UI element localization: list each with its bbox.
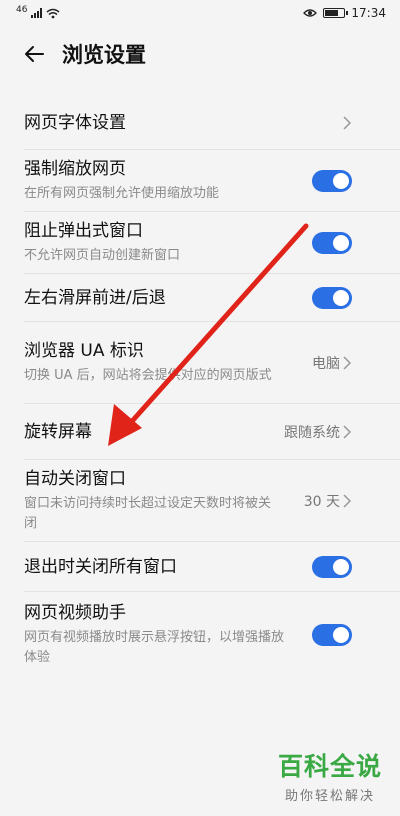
setting-label: 网页字体设置 [24, 112, 126, 133]
chevron-right-icon [343, 493, 352, 508]
setting-value: 跟随系统 [284, 422, 352, 442]
setting-web-font[interactable]: 网页字体设置 [24, 96, 400, 150]
setting-force-zoom: 强制缩放网页 在所有网页强制允许使用缩放功能 [24, 150, 400, 212]
back-button[interactable] [16, 36, 52, 72]
setting-label: 退出时关闭所有窗口 [24, 556, 177, 577]
chevron-right-icon [343, 115, 352, 130]
page-title: 浏览设置 [62, 43, 146, 67]
force-zoom-toggle[interactable] [312, 169, 352, 192]
chevron-right-icon [343, 424, 352, 439]
setting-close-on-exit: 退出时关闭所有窗口 [24, 542, 400, 592]
setting-description: 窗口未访问持续时长超过设定天数时将被关闭 [24, 495, 272, 531]
setting-label: 左右滑屏前进/后退 [24, 287, 166, 308]
status-bar: 46 17:34 [0, 0, 400, 26]
status-right: 17:34 [303, 6, 386, 20]
setting-label: 网页视频助手 [24, 603, 126, 623]
rotate-value: 跟随系统 [284, 424, 340, 441]
setting-swipe-navigation: 左右滑屏前进/后退 [24, 274, 400, 322]
setting-ua-identifier[interactable]: 浏览器 UA 标识 切换 UA 后，网站将会提供对应的网页版式 电脑 [24, 322, 400, 404]
setting-description: 网页有视频播放时展示悬浮按钮，以增强播放体验 [24, 630, 285, 665]
clock: 17:34 [351, 6, 386, 20]
setting-rotate-screen[interactable]: 旋转屏幕 跟随系统 [24, 404, 400, 460]
ua-value: 电脑 [312, 355, 340, 372]
video-assistant-toggle[interactable] [312, 624, 352, 646]
watermark-subtitle: 助你轻松解决 [284, 789, 375, 804]
setting-block-popups: 阻止弹出式窗口 不允许网页自动创建新窗口 [24, 212, 400, 274]
network-type: 46 [16, 5, 28, 15]
chevron-right-icon [343, 355, 352, 370]
setting-value [342, 115, 352, 130]
eye-icon [303, 9, 318, 17]
setting-label: 强制缩放网页 [24, 158, 126, 179]
close-on-exit-toggle[interactable] [312, 555, 352, 578]
title-bar: 浏览设置 [0, 26, 400, 82]
watermark: 百科全说 助你轻松解决 [278, 747, 382, 804]
setting-label: 浏览器 UA 标识 [24, 340, 144, 361]
battery-icon [323, 8, 349, 18]
setting-label: 阻止弹出式窗口 [24, 220, 143, 241]
setting-auto-close-window[interactable]: 自动关闭窗口 窗口未访问持续时长超过设定天数时将被关闭 30 天 [24, 460, 400, 542]
status-left: 46 [16, 5, 60, 19]
swipe-navigation-toggle[interactable] [312, 286, 352, 309]
setting-video-assistant: 网页视频助手 网页有视频播放时展示悬浮按钮，以增强播放体验 [24, 592, 400, 678]
setting-label: 自动关闭窗口 [24, 468, 126, 489]
settings-list: 网页字体设置 强制缩放网页 在所有网页强制允许使用缩放功能 阻止弹出式窗口 不允… [0, 96, 400, 678]
setting-description: 切换 UA 后，网站将会提供对应的网页版式 [24, 367, 272, 383]
signal-icon [31, 8, 43, 18]
watermark-title: 百科全说 [277, 752, 382, 781]
setting-label: 旋转屏幕 [24, 421, 92, 442]
setting-description: 在所有网页强制允许使用缩放功能 [24, 185, 220, 201]
setting-description: 不允许网页自动创建新窗口 [24, 247, 181, 263]
setting-value: 电脑 [312, 353, 352, 373]
auto-close-value: 30 天 [303, 493, 340, 510]
back-arrow-icon [25, 46, 44, 62]
wifi-icon [46, 8, 60, 18]
setting-value: 30 天 [304, 491, 352, 511]
block-popups-toggle[interactable] [312, 231, 352, 254]
